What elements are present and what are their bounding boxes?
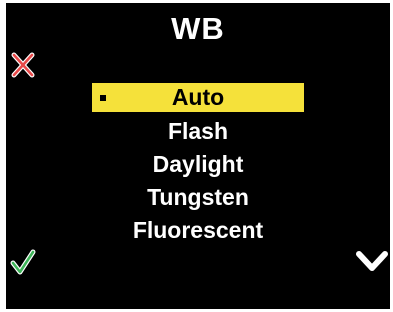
close-button[interactable] (8, 51, 38, 81)
menu-item-label: Auto (171, 84, 225, 110)
menu-item-label: Tungsten (147, 184, 249, 210)
menu-item-tungsten[interactable]: Tungsten (92, 182, 304, 215)
menu-item-label: Fluorescent (132, 217, 264, 243)
menu-item-daylight[interactable]: Daylight (92, 149, 304, 182)
wb-menu-screen: WB Auto Flash Daylight Tungsten Fluoresc… (6, 3, 390, 309)
scroll-down-button[interactable] (355, 249, 389, 275)
chevron-down-icon (356, 251, 388, 271)
wb-options-list: Auto Flash Daylight Tungsten Fluorescent (92, 83, 304, 248)
menu-item-label: Flash (167, 118, 229, 144)
selection-marker-icon (100, 95, 106, 101)
menu-item-auto[interactable]: Auto (92, 83, 304, 112)
menu-item-label: Daylight (152, 151, 244, 177)
close-icon (11, 52, 35, 78)
menu-item-fluorescent[interactable]: Fluorescent (92, 215, 304, 248)
checkmark-icon (10, 249, 36, 275)
menu-item-flash[interactable]: Flash (92, 116, 304, 149)
page-title: WB (171, 11, 225, 46)
confirm-button[interactable] (8, 247, 38, 277)
